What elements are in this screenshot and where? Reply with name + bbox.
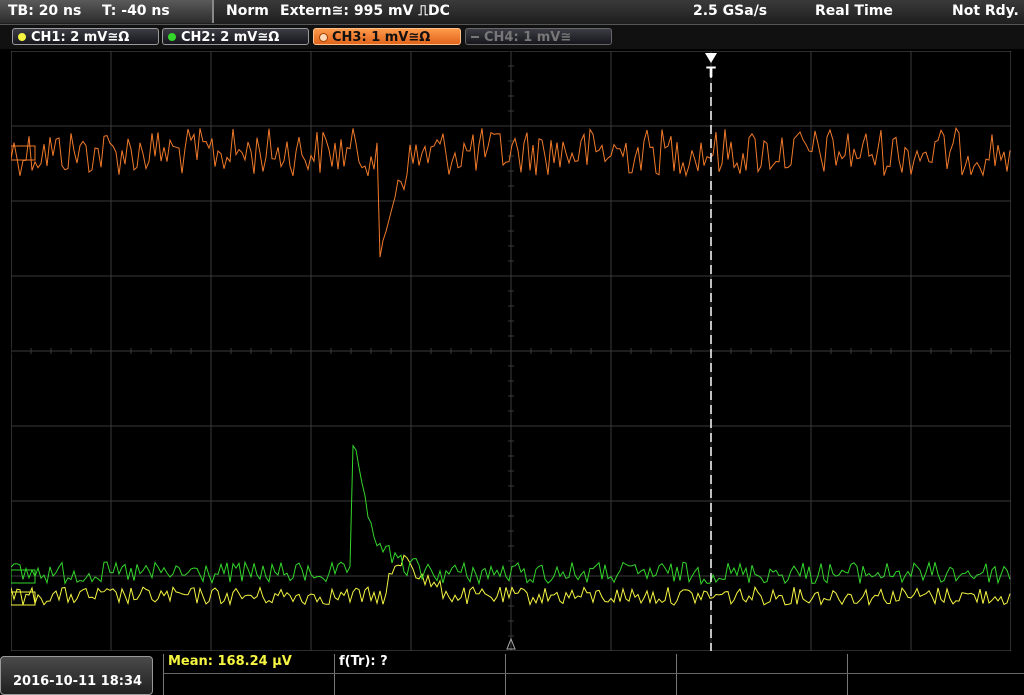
datetime-box[interactable]: 2016-10-11 18:34: [0, 656, 153, 695]
timebase-label[interactable]: TB: 20 ns: [8, 3, 81, 19]
channel-3-label: CH3: 1 mV≅Ω: [332, 30, 431, 45]
channel-4-label: CH4: 1 mV≅: [484, 30, 572, 45]
measurement-2-label: f(Tr): ?: [339, 654, 388, 669]
waveform-display[interactable]: T: [11, 51, 1011, 651]
channel-2-label: CH2: 2 mV≅Ω: [181, 30, 280, 45]
measurement-3-cell[interactable]: [505, 654, 676, 695]
measurement-1-label: Mean: 168.24 µV: [168, 654, 292, 669]
measurement-1-cell[interactable]: Mean: 168.24 µV: [163, 654, 334, 695]
trigger-time-label[interactable]: T: -40 ns: [102, 3, 170, 19]
trigger-marker-label: T: [706, 65, 716, 81]
channel-bar: CH1: 2 mV≅Ω CH2: 2 mV≅Ω CH3: 1 mV≅Ω CH4:…: [0, 25, 1024, 49]
channel-3-indicator-icon: [319, 33, 328, 42]
channel-2-indicator-icon: [168, 33, 176, 41]
acquisition-state-label: Not Rdy.: [952, 3, 1019, 19]
measurement-row-divider: [163, 673, 1024, 674]
channel-1-indicator-icon: [18, 33, 26, 41]
channel-4-button[interactable]: CH4: 1 mV≅: [465, 28, 612, 45]
channel-2-button[interactable]: CH2: 2 mV≅Ω: [162, 28, 309, 45]
channel-1-button[interactable]: CH1: 2 mV≅Ω: [12, 28, 159, 45]
trigger-source-label[interactable]: Extern≅: 995 mV ⎍DC: [280, 3, 450, 19]
status-bar: TB: 20 ns T: -40 ns Norm Extern≅: 995 mV…: [0, 0, 1024, 25]
sample-rate-label: 2.5 GSa/s: [693, 3, 768, 19]
acquisition-mode-label: Real Time: [815, 3, 893, 19]
measurement-4-cell[interactable]: [676, 654, 847, 695]
measurement-5-cell[interactable]: [847, 654, 1024, 695]
channel-4-indicator-icon: [471, 36, 479, 38]
datetime-label: 2016-10-11 18:34: [13, 674, 143, 689]
channel-3-button[interactable]: CH3: 1 mV≅Ω: [313, 28, 461, 45]
trigger-mode-label[interactable]: Norm: [226, 3, 269, 19]
channel-1-label: CH1: 2 mV≅Ω: [31, 30, 130, 45]
measurement-2-cell[interactable]: f(Tr): ?: [334, 654, 505, 695]
